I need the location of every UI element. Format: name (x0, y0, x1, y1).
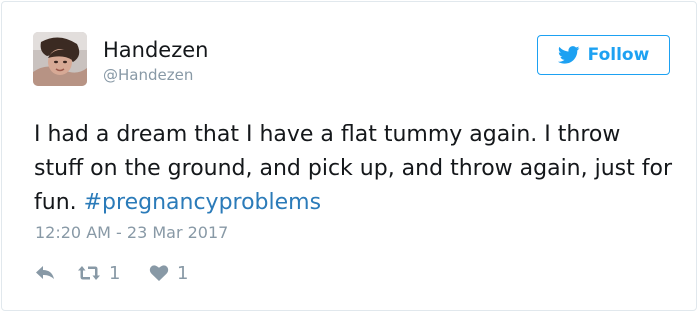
retweet-button[interactable]: 1 (77, 263, 149, 284)
hashtag-link[interactable]: #pregnancyproblems (84, 190, 321, 215)
author-display-name[interactable]: Handezen (103, 37, 208, 63)
profile-photo-icon (33, 32, 87, 86)
like-count: 1 (177, 262, 189, 284)
follow-button[interactable]: Follow (537, 35, 670, 75)
tweet-card: Handezen @Handezen Follow I had a dream … (1, 1, 697, 311)
heart-icon (149, 265, 169, 281)
tweet-text: I had a dream that I have a flat tummy a… (34, 118, 674, 220)
retweet-count: 1 (109, 262, 121, 284)
tweet-timestamp[interactable]: 12:20 AM - 23 Mar 2017 (35, 222, 228, 244)
tweet-actions: 1 1 (35, 261, 209, 285)
like-button[interactable]: 1 (149, 263, 209, 284)
avatar[interactable] (33, 32, 87, 86)
author-handle[interactable]: @Handezen (103, 65, 193, 85)
retweet-icon (78, 266, 100, 280)
follow-button-label: Follow (587, 45, 650, 65)
twitter-bird-icon (557, 46, 580, 64)
reply-icon (36, 266, 54, 279)
reply-button[interactable] (35, 265, 77, 281)
